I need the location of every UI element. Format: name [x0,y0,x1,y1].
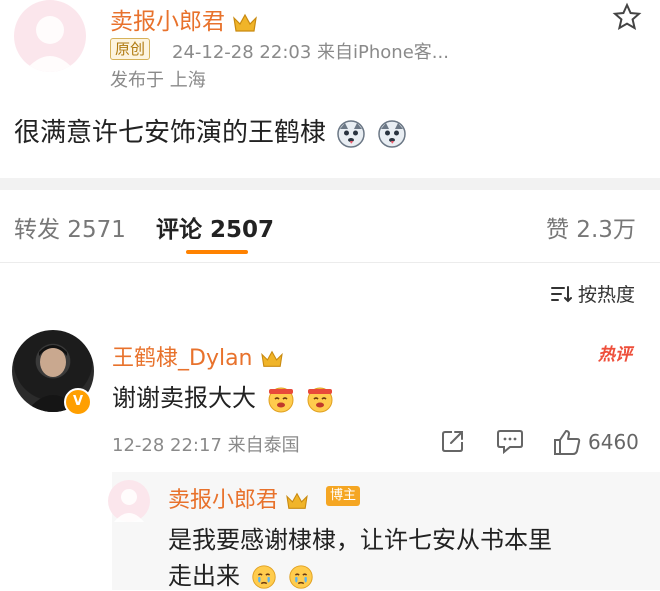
comment-text-content: 谢谢卖报大大 [112,384,256,412]
crown-icon [260,350,283,367]
replier-avatar[interactable] [108,480,150,522]
cheering-face-icon [268,387,294,413]
repost-comment-button[interactable] [440,428,466,458]
favorite-star-button[interactable] [612,2,642,32]
sort-by-popularity-button[interactable]: 按热度 [550,280,635,307]
post-location: 发布于 上海 [110,70,206,91]
avatar-figure-icon [24,16,76,72]
replier-name[interactable]: 卖报小郎君 [168,482,309,514]
reply-text-line2: 走出来 [168,556,315,591]
hot-comment-badge: 热评 [598,345,632,365]
comment-meta: 12-28 22:17 来自泰国 [112,435,300,456]
post-text: 很满意许七安饰演的王鹤棣 [14,112,407,149]
section-divider [0,178,660,190]
crown-icon [233,13,258,32]
post-text-content: 很满意许七安饰演的王鹤棣 [14,118,327,148]
tab-likes[interactable]: 赞 2.3万 [546,210,636,244]
replier-name-text: 卖报小郎君 [168,488,279,513]
original-badge: 原创 [110,38,151,60]
verified-badge-icon: V [64,388,92,416]
husky-face-icon [377,119,406,148]
tab-divider [0,262,660,263]
blogger-tag: 博主 [326,486,361,506]
sort-icon [551,286,572,303]
comment-bubble-icon [497,430,523,455]
share-icon [442,431,463,452]
post-meta: 24-12-28 22:03 来自iPhone客... [172,42,449,63]
reply-comment-button[interactable] [496,428,524,458]
post-author-name[interactable]: 卖报小郎君 [110,2,258,36]
post-author-avatar[interactable] [14,0,86,72]
tab-reposts[interactable]: 转发 2571 [14,210,126,244]
teary-face-icon [251,565,276,589]
cheering-face-icon [307,387,333,413]
sort-label: 按热度 [578,284,636,306]
commenter-name-text: 王鹤棣_Dylan [112,346,253,371]
comment-like-count: 6460 [588,430,639,454]
avatar-figure-icon [114,489,144,522]
active-tab-indicator [186,250,248,254]
comment-text: 谢谢卖报大大 [112,378,335,414]
reply-text-line2-content: 走出来 [168,562,240,590]
crown-icon [286,492,308,509]
post-author-name-text: 卖报小郎君 [110,9,225,35]
reply-text-line1: 是我要感谢棣棣，让许七安从书本里 [168,526,552,554]
thumbs-up-icon [554,430,581,455]
teary-face-icon [289,565,313,589]
star-icon [612,2,642,31]
commenter-name[interactable]: 王鹤棣_Dylan [112,340,284,372]
tab-comments[interactable]: 评论 2507 [156,210,274,244]
like-comment-button[interactable] [552,428,582,460]
husky-face-icon [337,119,366,148]
